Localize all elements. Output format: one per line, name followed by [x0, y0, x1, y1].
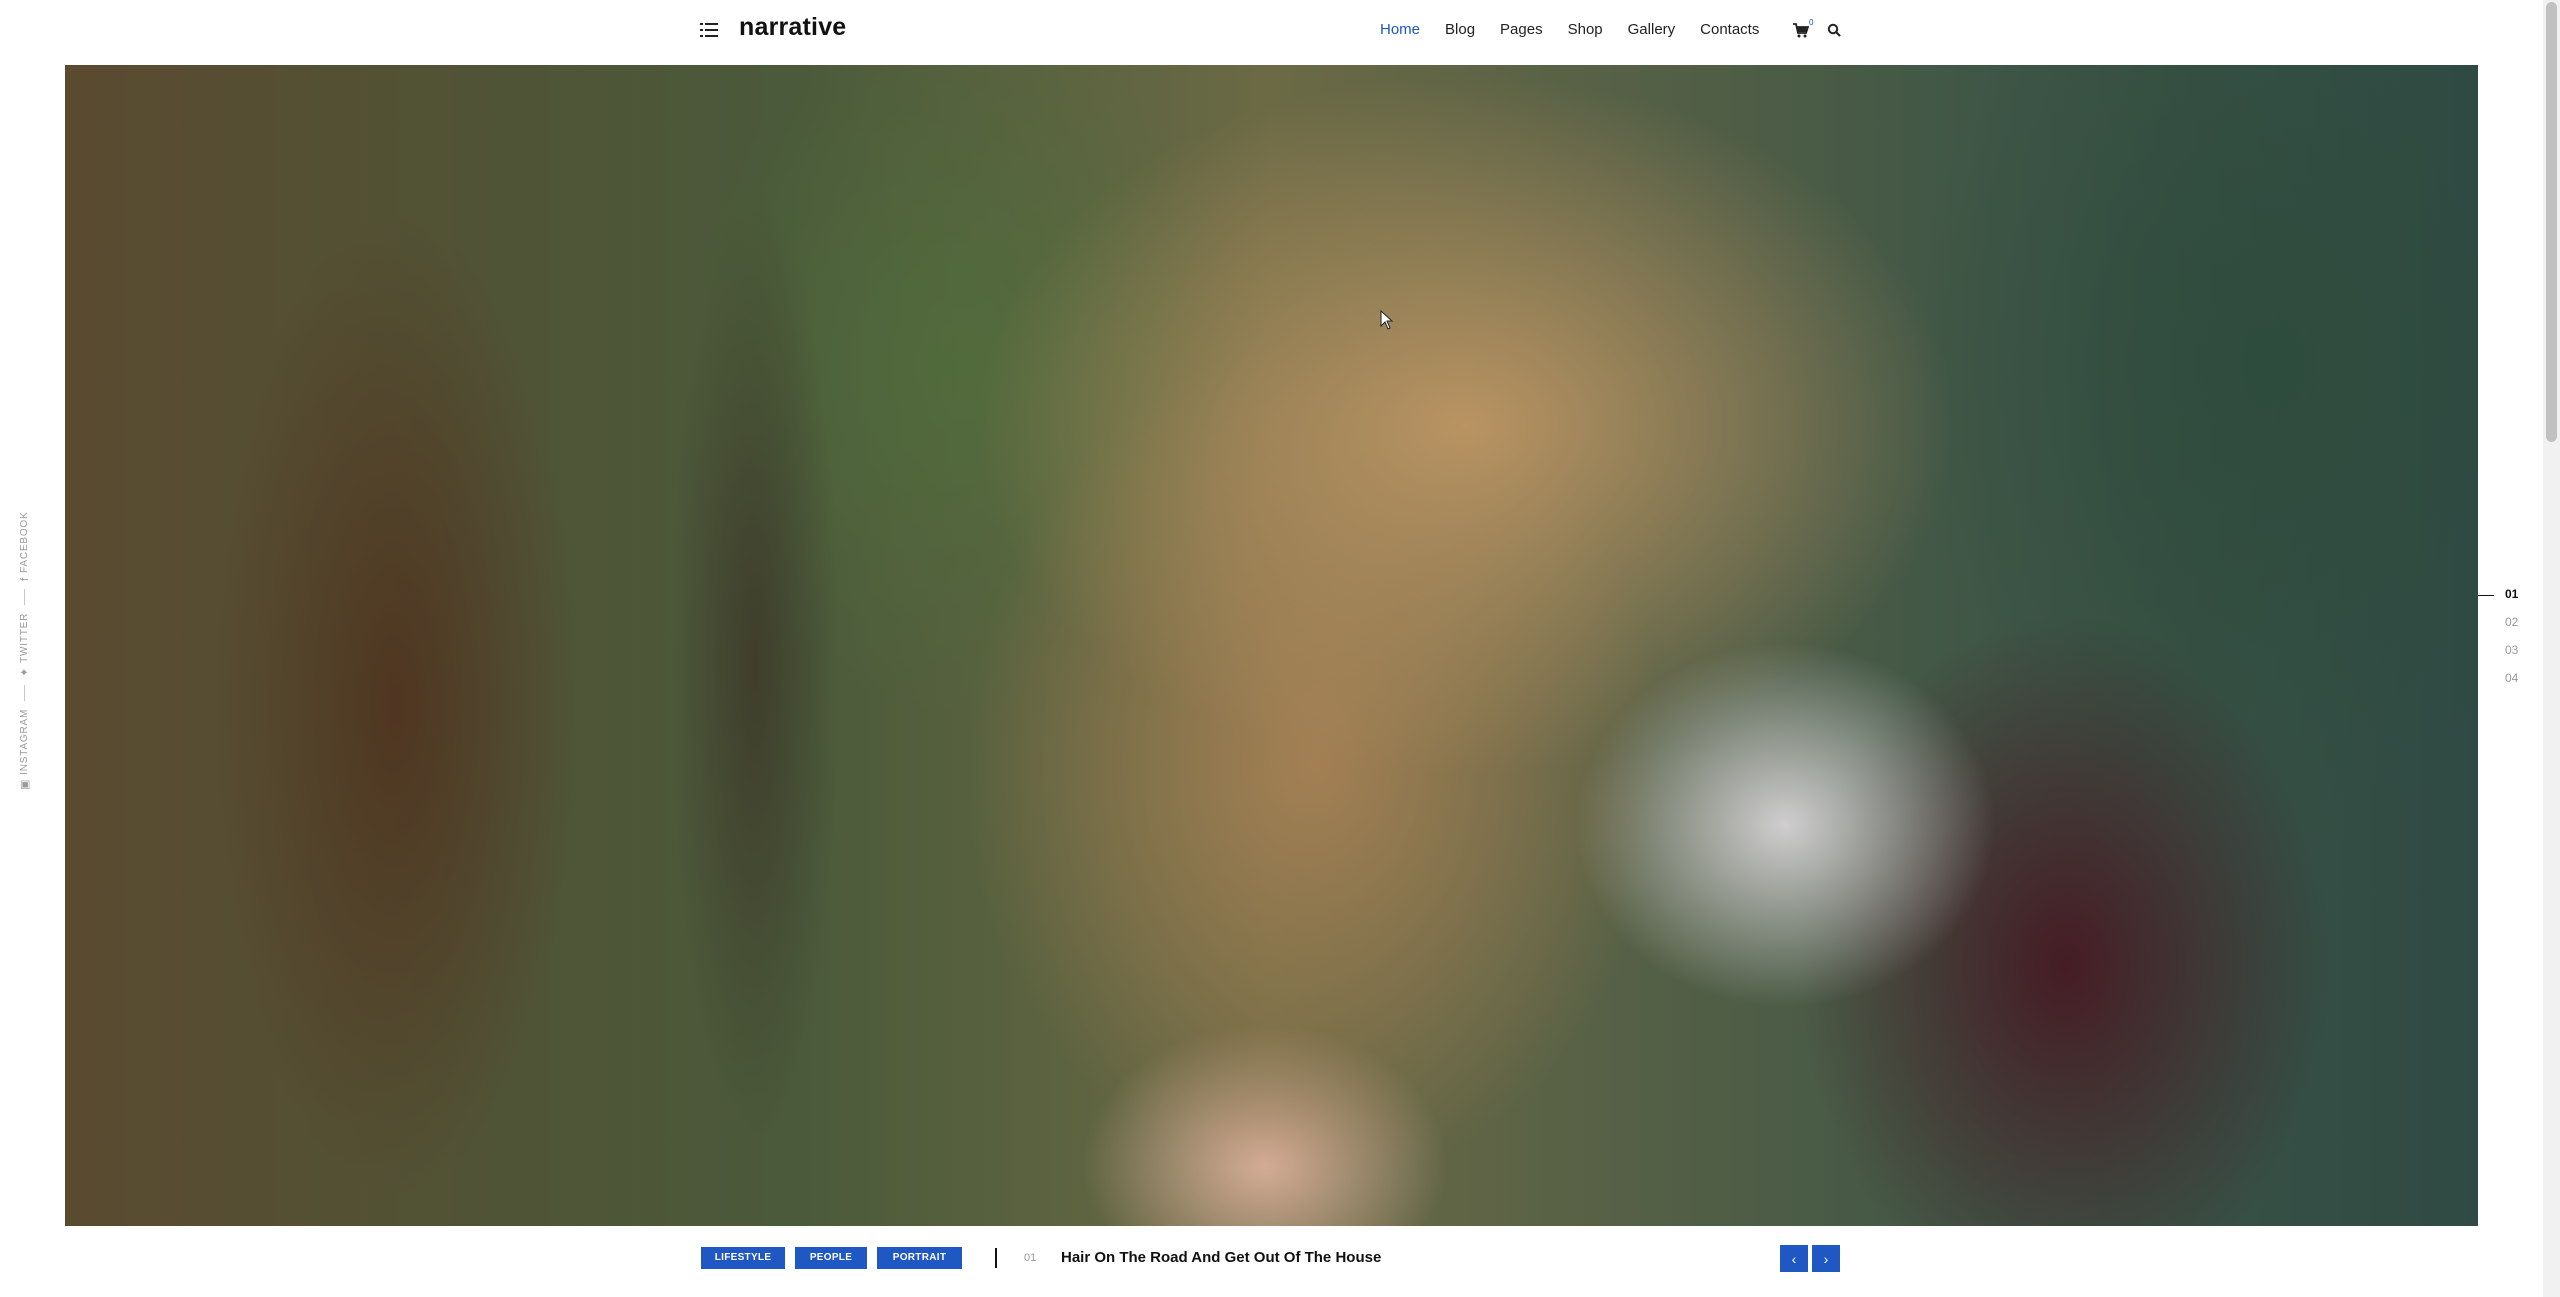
site-logo[interactable]: narrative: [739, 13, 846, 42]
slide-title[interactable]: Hair On The Road And Get Out Of The Hous…: [1061, 1249, 1381, 1266]
main-nav: Home Blog Pages Shop Gallery Contacts: [1380, 21, 1784, 38]
scrollbar-thumb[interactable]: [2546, 2, 2557, 442]
chevron-right-icon: ›: [1823, 1250, 1829, 1267]
nav-gallery[interactable]: Gallery: [1628, 21, 1676, 38]
next-slide-button[interactable]: ›: [1812, 1245, 1840, 1272]
twitter-icon: ✦: [19, 666, 31, 677]
social-twitter[interactable]: ✦ TWITTER: [18, 613, 31, 677]
prev-slide-button[interactable]: ‹: [1780, 1245, 1808, 1272]
tag-lifestyle[interactable]: LIFESTYLE: [701, 1247, 785, 1269]
mouse-cursor-icon: [1380, 310, 1394, 330]
nav-contacts[interactable]: Contacts: [1700, 21, 1759, 38]
nav-blog[interactable]: Blog: [1445, 21, 1475, 38]
social-divider: [24, 684, 25, 701]
chevron-left-icon: ‹: [1791, 1250, 1797, 1267]
social-facebook[interactable]: f FACEBOOK: [19, 512, 31, 581]
instagram-icon: ▣: [19, 778, 31, 790]
slide-index: 01: [1024, 1252, 1037, 1264]
nav-pages[interactable]: Pages: [1500, 21, 1543, 38]
facebook-icon: f: [18, 576, 31, 581]
tag-people[interactable]: PEOPLE: [795, 1247, 867, 1269]
menu-icon[interactable]: [700, 22, 718, 38]
social-links: ▣ INSTAGRAM ✦ TWITTER f FACEBOOK: [18, 500, 42, 800]
social-twitter-label: TWITTER: [19, 612, 30, 663]
social-instagram[interactable]: ▣ INSTAGRAM: [18, 709, 31, 790]
cart-count-badge: 0: [1809, 18, 1814, 27]
social-facebook-label: FACEBOOK: [19, 511, 30, 573]
hero-slide-image[interactable]: [65, 65, 2478, 1226]
social-instagram-label: INSTAGRAM: [19, 708, 30, 775]
cart-icon[interactable]: [1793, 23, 1810, 38]
nav-home[interactable]: Home: [1380, 21, 1420, 38]
page-scrollbar[interactable]: [2543, 0, 2560, 1297]
nav-shop[interactable]: Shop: [1568, 21, 1603, 38]
social-divider: [24, 588, 25, 605]
search-icon[interactable]: [1827, 23, 1841, 37]
caption-divider: [995, 1248, 997, 1268]
site-header: narrative Home Blog Pages Shop Gallery C…: [0, 0, 2560, 64]
tag-portrait[interactable]: PORTRAIT: [877, 1247, 962, 1269]
